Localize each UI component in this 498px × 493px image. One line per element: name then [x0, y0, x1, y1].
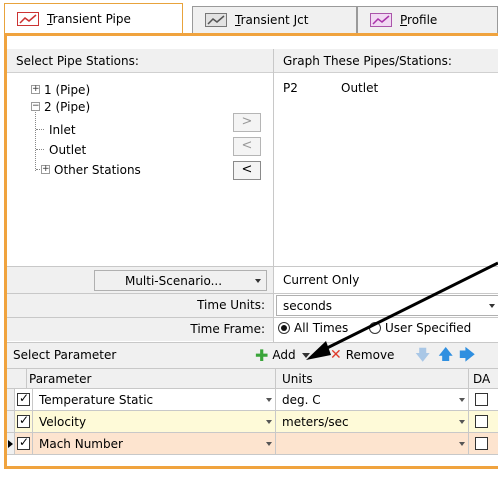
annotation-arrow: [306, 261, 498, 360]
